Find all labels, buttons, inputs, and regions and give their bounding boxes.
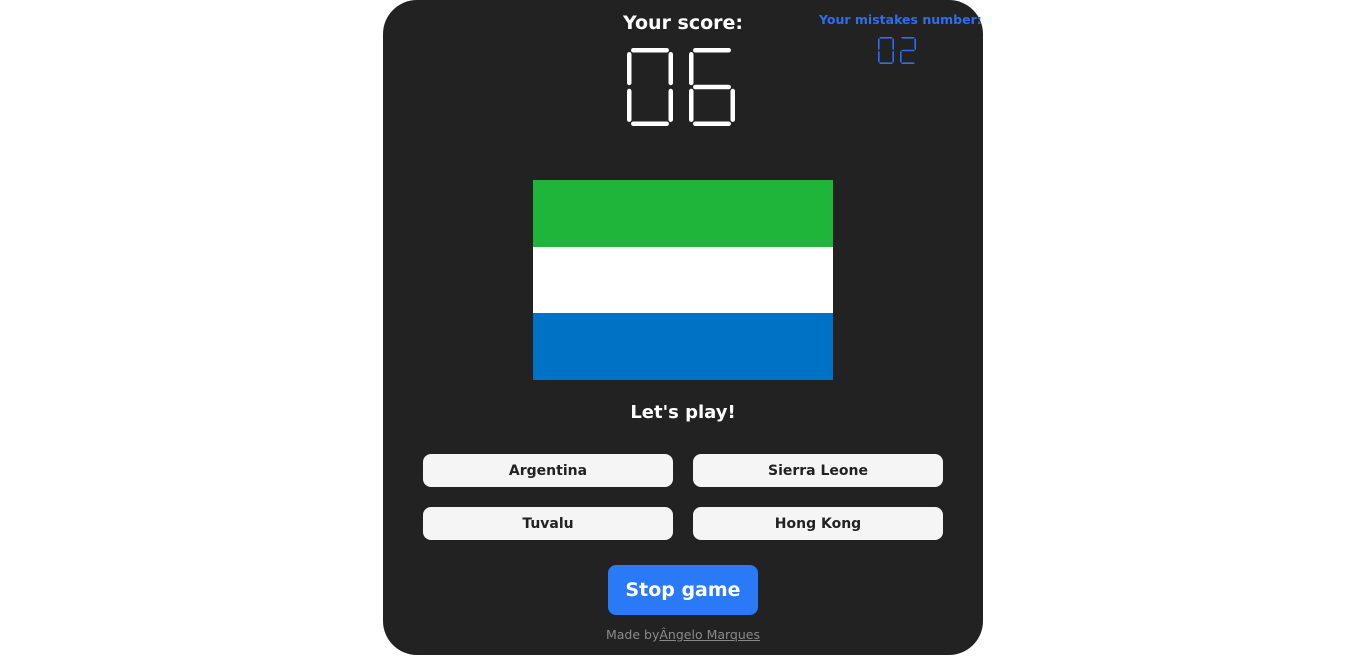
game-card: Your score: Your mistakes number: Let's … bbox=[383, 0, 983, 655]
author-link[interactable]: Ângelo Marques bbox=[659, 627, 760, 642]
stop-game-button[interactable]: Stop game bbox=[608, 565, 758, 615]
footer-prefix: Made by bbox=[605, 627, 660, 642]
mistakes-label: Your mistakes number: bbox=[819, 12, 982, 27]
option-button-sierra-leone[interactable]: Sierra Leone bbox=[693, 454, 943, 487]
flag-stripe bbox=[533, 313, 833, 380]
option-button-tuvalu[interactable]: Tuvalu bbox=[423, 507, 673, 540]
option-button-argentina[interactable]: Argentina bbox=[423, 454, 673, 487]
option-button-hong-kong[interactable]: Hong Kong bbox=[693, 507, 943, 540]
game-prompt: Let's play! bbox=[630, 402, 736, 423]
footer: Made byÂngelo Marques bbox=[383, 627, 983, 642]
flag-stripe bbox=[533, 246, 833, 314]
mistakes-display bbox=[878, 37, 916, 65]
score-display bbox=[627, 48, 735, 126]
country-flag bbox=[533, 180, 833, 380]
flag-stripe bbox=[533, 180, 833, 247]
